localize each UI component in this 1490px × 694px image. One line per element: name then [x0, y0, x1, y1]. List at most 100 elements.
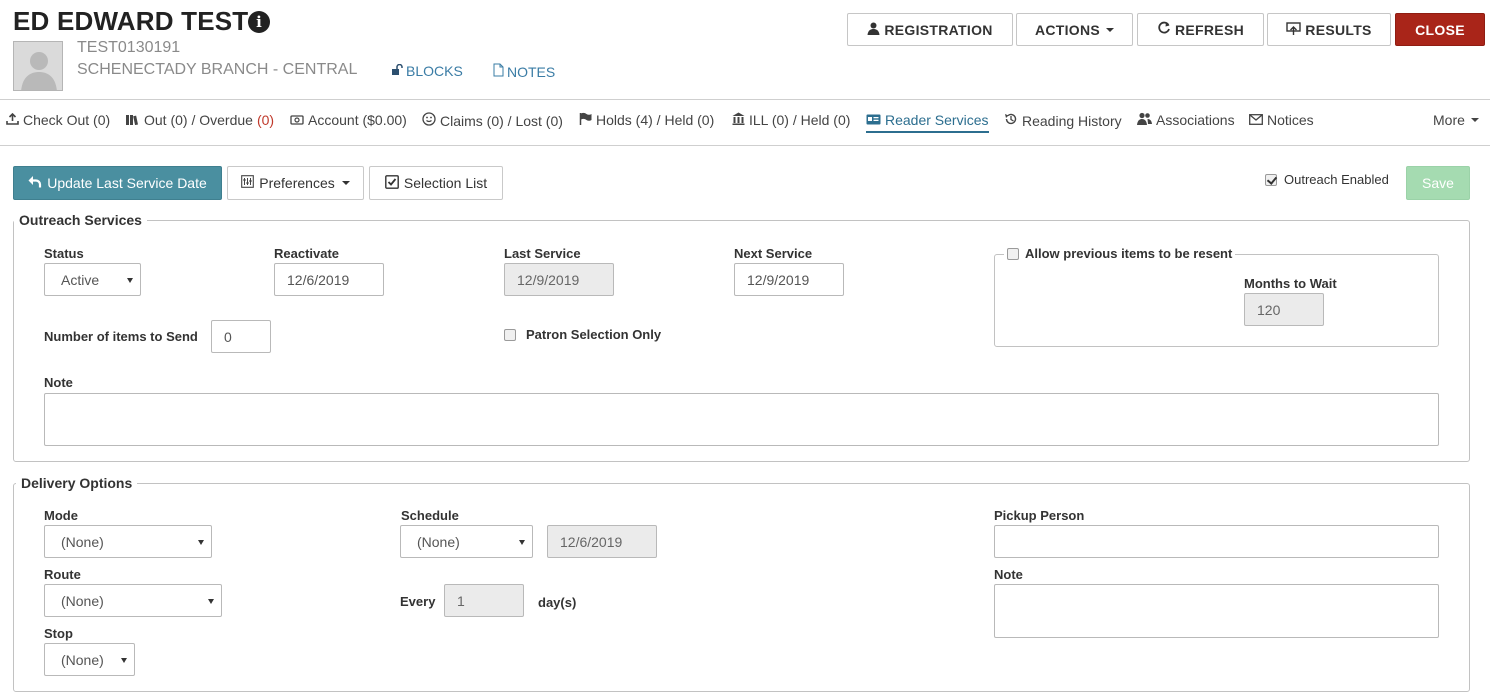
stop-value: (None) [61, 651, 104, 668]
stop-label: Stop [44, 626, 73, 641]
notes-link[interactable]: NOTES [493, 63, 555, 80]
outreach-enabled-checkbox[interactable] [1265, 173, 1277, 186]
patron-selection-only-label: Patron Selection Only [526, 327, 662, 342]
envelope-icon [1249, 112, 1263, 128]
document-icon [493, 63, 504, 80]
preferences-label: Preferences [259, 175, 335, 191]
schedule-label: Schedule [401, 508, 459, 523]
last-service-date-input: 12/9/2019 [504, 263, 614, 296]
reply-icon [28, 175, 42, 191]
tab-label: Notices [1267, 112, 1314, 128]
tab-out-overdue[interactable]: Out (0) / Overdue (0) [125, 112, 274, 128]
close-label: CLOSE [1415, 21, 1465, 38]
blocks-link[interactable]: BLOCKS [391, 63, 463, 79]
last-service-label: Last Service [504, 246, 581, 261]
stop-select[interactable]: (None) [44, 643, 135, 676]
allow-resent-toggle[interactable]: Allow previous items to be resent [1004, 246, 1236, 261]
pickup-person-label: Pickup Person [994, 508, 1085, 523]
schedule-value: (None) [417, 533, 460, 550]
outreach-enabled-toggle[interactable]: Outreach Enabled [1265, 172, 1389, 187]
sliders-icon [241, 175, 255, 191]
every-unit-label: day(s) [538, 595, 577, 610]
delivery-options-legend: Delivery Options [16, 475, 138, 491]
tab-label: Associations [1156, 112, 1235, 128]
update-last-service-date-button[interactable]: Update Last Service Date [13, 166, 222, 200]
patron-barcode: TEST0130191 [77, 39, 181, 56]
patron-selection-only-checkbox[interactable] [504, 328, 516, 341]
registration-label: REGISTRATION [884, 21, 993, 38]
patron-tabs: Check Out (0) Out (0) / Overdue (0) Acco… [0, 99, 1490, 146]
refresh-icon [1157, 21, 1171, 38]
preferences-button[interactable]: Preferences [227, 166, 364, 200]
tab-more[interactable]: More [1433, 112, 1479, 128]
mode-value: (None) [61, 533, 104, 550]
reactivate-date-input[interactable]: 12/6/2019 [274, 263, 384, 296]
users-icon [1137, 112, 1152, 128]
tab-account[interactable]: Account ($0.00) [290, 112, 407, 128]
building-icon [732, 112, 745, 128]
selection-list-label: Selection List [403, 175, 488, 191]
pickup-person-input[interactable] [994, 525, 1439, 558]
allow-resent-label: Allow previous items to be resent [1025, 246, 1233, 261]
next-service-date-input[interactable]: 12/9/2019 [734, 263, 844, 296]
items-to-send-input[interactable]: 0 [211, 320, 271, 353]
results-button[interactable]: RESULTS [1267, 13, 1391, 46]
close-button[interactable]: CLOSE [1395, 13, 1485, 46]
tab-reading-history[interactable]: Reading History [1004, 112, 1122, 129]
save-button[interactable]: Save [1406, 166, 1470, 200]
months-to-wait-label: Months to Wait [1244, 276, 1337, 291]
status-value: Active [61, 271, 100, 288]
selection-list-button[interactable]: Selection List [369, 166, 503, 200]
info-icon[interactable]: i [248, 11, 270, 33]
tab-label: Reading History [1022, 112, 1122, 129]
user-icon [867, 22, 880, 38]
tab-ill-held[interactable]: ILL (0) / Held (0) [732, 112, 850, 128]
unlock-icon [391, 63, 403, 79]
notes-label: NOTES [507, 63, 556, 80]
schedule-select[interactable]: (None) [400, 525, 533, 558]
every-input: 1 [444, 584, 524, 617]
tab-label: Check Out (0) [23, 112, 111, 128]
tab-claims-lost[interactable]: Claims (0) / Lost (0) [422, 112, 563, 129]
delivery-note-label: Note [994, 567, 1023, 582]
route-value: (None) [61, 592, 104, 609]
allow-resent-checkbox[interactable] [1007, 247, 1019, 260]
avatar [13, 41, 63, 91]
checkbox-icon [384, 174, 399, 192]
upload-icon [6, 112, 19, 128]
results-icon [1286, 21, 1301, 38]
outreach-note-textarea[interactable] [44, 393, 1439, 446]
caret-down-icon [1106, 27, 1115, 32]
next-service-label: Next Service [734, 246, 813, 261]
delivery-note-textarea[interactable] [994, 584, 1439, 638]
items-to-send-label: Number of items to Send [44, 329, 198, 344]
status-select[interactable]: Active [44, 263, 141, 296]
patron-name: ED EDWARD TEST [13, 6, 249, 36]
refresh-label: REFRESH [1175, 21, 1244, 38]
registration-button[interactable]: REGISTRATION [847, 13, 1013, 46]
actions-label: ACTIONS [1034, 21, 1101, 38]
tab-check-out[interactable]: Check Out (0) [6, 112, 110, 128]
flag-icon [579, 112, 592, 128]
overdue-count: (0) [256, 112, 275, 128]
tab-notices[interactable]: Notices [1249, 112, 1314, 128]
refresh-button[interactable]: REFRESH [1137, 13, 1264, 46]
tab-label: Account ($0.00) [308, 112, 407, 128]
blocks-label: BLOCKS [406, 63, 463, 79]
mode-select[interactable]: (None) [44, 525, 212, 558]
actions-button[interactable]: ACTIONS [1016, 13, 1133, 46]
route-select[interactable]: (None) [44, 584, 222, 617]
money-icon [290, 112, 304, 128]
patron-branch: SCHENECTADY BRANCH - CENTRAL [77, 61, 358, 78]
status-label: Status [44, 246, 84, 261]
tab-reader-services[interactable]: Reader Services [866, 112, 989, 133]
tab-associations[interactable]: Associations [1137, 112, 1235, 128]
tab-label: More [1433, 112, 1465, 128]
smile-icon [422, 112, 436, 129]
tab-label: Out (0) / Overdue [144, 112, 253, 128]
history-icon [1004, 112, 1018, 129]
tab-holds-held[interactable]: Holds (4) / Held (0) [579, 112, 714, 128]
id-card-icon [866, 112, 881, 128]
patron-selection-only-toggle[interactable]: Patron Selection Only [504, 327, 661, 342]
results-label: RESULTS [1305, 21, 1372, 38]
